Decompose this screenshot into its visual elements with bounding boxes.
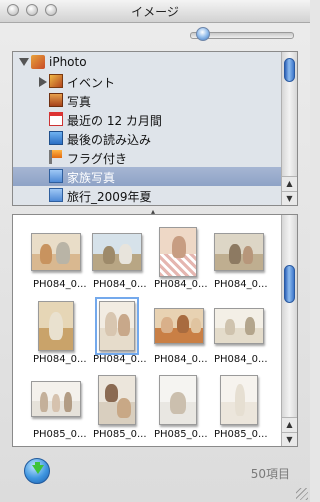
photo-label: PH084_0...: [154, 354, 208, 365]
events-icon: [49, 74, 63, 88]
title-bar[interactable]: イメージ: [0, 0, 310, 23]
photo-label: PH085_0...: [214, 429, 268, 440]
source-label: 写真: [67, 95, 92, 109]
iphoto-icon: [31, 55, 45, 69]
window-title: イメージ: [131, 5, 179, 19]
photo-label: PH084_0...: [33, 279, 87, 290]
photo-thumbnail[interactable]: [159, 227, 197, 277]
photo-label: PH084_0...: [214, 279, 268, 290]
disclosure-triangle-icon[interactable]: [39, 77, 47, 87]
photo-thumbnail[interactable]: [214, 233, 264, 271]
album-icon: [49, 188, 63, 202]
photo-thumbnail[interactable]: [98, 375, 136, 425]
photo-label: PH084_0...: [154, 279, 208, 290]
photo-label: PH085_0...: [33, 429, 87, 440]
source-item-travel-2009[interactable]: 旅行_2009年夏: [13, 186, 281, 205]
item-count: 50項目: [250, 467, 290, 481]
photo-thumbnail[interactable]: [95, 297, 139, 355]
media-browser-window: イメージ iPhoto イベント 写真 最近の 12 カ月間 最後の読み込み フ…: [0, 0, 310, 502]
photo-thumbnail[interactable]: [154, 308, 204, 344]
photo-thumbnail[interactable]: [92, 233, 142, 271]
photo-thumbnail[interactable]: [159, 375, 197, 425]
photo-thumbnail[interactable]: [220, 375, 258, 425]
photo-thumbnail[interactable]: [214, 308, 264, 344]
source-label: 旅行_2009年夏: [67, 190, 152, 204]
scroll-thumb[interactable]: [284, 58, 295, 82]
source-item-photos[interactable]: 写真: [13, 91, 281, 110]
photo-grid-scrollbar[interactable]: ▲ ▼: [281, 215, 297, 446]
slider-knob[interactable]: [196, 27, 210, 41]
source-item-last-12-months[interactable]: 最近の 12 カ月間: [13, 110, 281, 129]
import-button[interactable]: [24, 458, 50, 484]
photo-label: PH084_0...: [93, 279, 147, 290]
source-item-iphoto[interactable]: iPhoto: [13, 53, 281, 72]
source-item-family-photos[interactable]: 家族写真: [13, 167, 281, 186]
source-item-last-import[interactable]: 最後の読み込み: [13, 129, 281, 148]
photo-label: PH084_0...: [33, 354, 87, 365]
source-label: イベント: [67, 76, 116, 90]
scroll-thumb[interactable]: [284, 265, 295, 303]
last-import-icon: [49, 131, 63, 145]
calendar-icon: [49, 112, 63, 126]
resize-grip-icon[interactable]: [296, 488, 308, 500]
source-label: 最後の読み込み: [67, 133, 152, 147]
disclosure-triangle-icon[interactable]: [19, 58, 29, 66]
source-list: iPhoto イベント 写真 最近の 12 カ月間 最後の読み込み フラグ付き …: [12, 51, 298, 206]
source-label: 最近の 12 カ月間: [67, 114, 162, 128]
photo-grid: PH084_0... PH084_0... PH084_0... PH084_0…: [12, 214, 298, 447]
source-item-events[interactable]: イベント: [13, 72, 281, 91]
download-arrowhead-icon: [32, 465, 44, 474]
source-list-scrollbar[interactable]: ▲ ▼: [281, 52, 297, 205]
scroll-down-arrow-icon[interactable]: ▼: [282, 432, 297, 446]
photo-label: PH084_0...: [214, 354, 268, 365]
photo-thumbnail[interactable]: [38, 301, 74, 351]
source-label: 家族写真: [67, 171, 116, 185]
photo-thumbnail[interactable]: [31, 381, 81, 417]
photos-icon: [49, 93, 63, 107]
scroll-down-arrow-icon[interactable]: ▼: [282, 191, 297, 205]
photo-label: PH085_0...: [93, 429, 147, 440]
photo-label: PH085_0...: [154, 429, 208, 440]
flag-icon: [52, 150, 62, 158]
source-label: フラグ付き: [67, 152, 128, 166]
photo-thumbnail[interactable]: [31, 233, 81, 271]
album-icon: [49, 169, 63, 183]
source-label: iPhoto: [49, 55, 87, 69]
photo-label: PH084_0...: [93, 354, 147, 365]
source-item-flagged[interactable]: フラグ付き: [13, 148, 281, 167]
scroll-up-arrow-icon[interactable]: ▲: [282, 176, 297, 191]
scroll-up-arrow-icon[interactable]: ▲: [282, 417, 297, 432]
